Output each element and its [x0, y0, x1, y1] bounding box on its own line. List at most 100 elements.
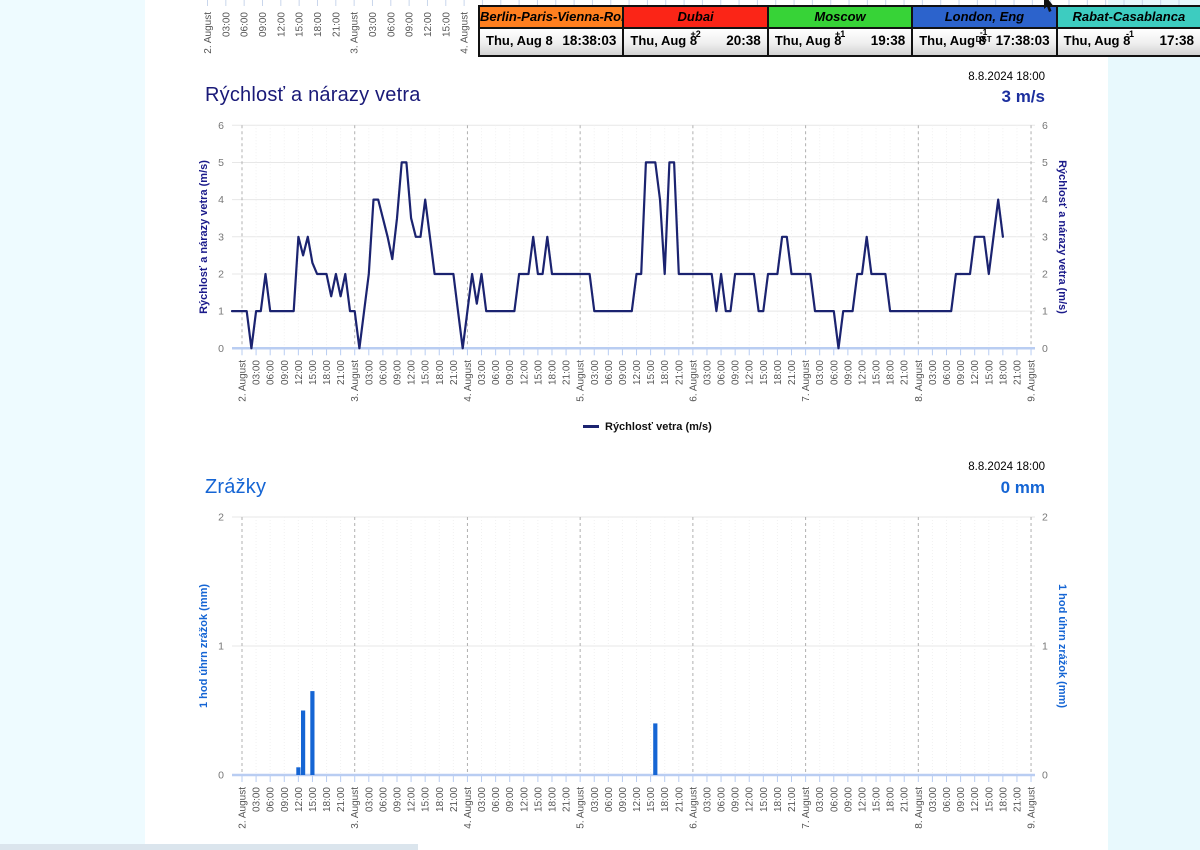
- clock-time-row: Thu, Aug 8-117:38: [1058, 29, 1200, 55]
- x-tick-label: 21:00: [449, 360, 460, 385]
- x-tick-label: 09:00: [280, 787, 291, 812]
- x-tick-label: 09:00: [956, 787, 967, 812]
- precip-timestamp: 8.8.2024 18:00: [835, 461, 1045, 473]
- x-tick-label: 15:00: [308, 787, 319, 812]
- top-axis-label: 18:00: [313, 12, 324, 37]
- x-tick-label: 09:00: [505, 360, 516, 385]
- top-axis-label: 3. August: [350, 12, 361, 54]
- top-axis-label: 09:00: [405, 12, 416, 37]
- x-tick-label: 12:00: [407, 360, 418, 385]
- x-tick-label: 15:00: [872, 360, 883, 385]
- y-tick-label-left: 4: [218, 194, 224, 206]
- x-tick-label: 15:00: [533, 787, 544, 812]
- legend-line-swatch: [583, 425, 599, 428]
- x-tick-label: 06:00: [491, 360, 502, 385]
- x-tick-label: 06:00: [829, 787, 840, 812]
- y-tick-label-left: 1: [218, 306, 224, 318]
- top-axis-label: 15:00: [295, 12, 306, 37]
- x-tick-label: 06:00: [491, 787, 502, 812]
- x-tick-label: 06:00: [717, 787, 728, 812]
- x-tick-label: 21:00: [787, 787, 798, 812]
- x-tick-label: 03:00: [590, 360, 601, 385]
- precip-chart: 0011222. August03:0006:0009:0012:0015:00…: [190, 505, 1080, 850]
- x-tick-label: 06:00: [604, 787, 615, 812]
- precip-bar: [301, 711, 305, 776]
- y-tick-label-right: 5: [1042, 157, 1048, 169]
- x-tick-label: 03:00: [702, 360, 713, 385]
- y-tick-label-right: 6: [1042, 120, 1048, 132]
- x-tick-label: 15:00: [646, 360, 657, 385]
- x-tick-label: 8. August: [914, 360, 925, 402]
- x-tick-label: 15:00: [533, 360, 544, 385]
- x-tick-label: 06:00: [378, 360, 389, 385]
- x-tick-label: 12:00: [519, 360, 530, 385]
- x-tick-label: 4. August: [463, 360, 474, 402]
- right-background-strip: [1108, 0, 1200, 850]
- x-tick-label: 18:00: [773, 787, 784, 812]
- x-tick-label: 5. August: [576, 787, 587, 829]
- precip-bar: [653, 723, 657, 775]
- x-tick-label: 12:00: [407, 787, 418, 812]
- x-tick-label: 03:00: [364, 360, 375, 385]
- x-tick-label: 12:00: [294, 787, 305, 812]
- clock-panel-3[interactable]: MoscowThu, Aug 8+119:38: [767, 7, 911, 55]
- y-tick-label-left: 0: [218, 770, 224, 782]
- x-tick-label: 12:00: [294, 360, 305, 385]
- top-axis-label: 2. August: [203, 12, 214, 54]
- x-tick-label: 21:00: [1012, 787, 1023, 812]
- x-tick-label: 6. August: [688, 787, 699, 829]
- precip-current-value: 0 mm: [835, 478, 1045, 498]
- x-tick-label: 18:00: [547, 360, 558, 385]
- x-tick-label: 21:00: [1012, 360, 1023, 385]
- clock-date: Thu, Aug 8: [486, 33, 553, 48]
- clock-panel-2[interactable]: DubaiThu, Aug 8+220:38: [622, 7, 766, 55]
- clock-city-label: Berlin-Paris-Vienna-Roma: [480, 7, 622, 29]
- x-tick-label: 12:00: [632, 360, 643, 385]
- x-tick-label: 06:00: [378, 787, 389, 812]
- top-axis-label: 06:00: [386, 12, 397, 37]
- x-tick-label: 21:00: [674, 787, 685, 812]
- clock-panel-5[interactable]: Rabat-CasablancaThu, Aug 8-117:38: [1056, 7, 1200, 55]
- clock-panel-4[interactable]: London, EngThu, Aug 8-1DST17:38:03: [911, 7, 1055, 55]
- clock-time: 20:38: [726, 33, 761, 48]
- x-tick-label: 12:00: [745, 787, 756, 812]
- world-clock-table: Berlin-Paris-Vienna-RomaThu, Aug 818:38:…: [478, 5, 1200, 57]
- y-tick-label-right: 3: [1042, 231, 1048, 243]
- x-tick-label: 03:00: [477, 360, 488, 385]
- y-tick-label-right: 4: [1042, 194, 1048, 206]
- left-background-strip: [0, 0, 145, 850]
- x-tick-label: 03:00: [364, 787, 375, 812]
- clock-city-label: Dubai: [624, 7, 766, 29]
- clock-dst-label: DST: [976, 36, 992, 43]
- clock-panel-1[interactable]: Berlin-Paris-Vienna-RomaThu, Aug 818:38:…: [480, 7, 622, 55]
- legend-label: Rýchlosť vetra (m/s): [605, 421, 712, 433]
- top-axis-label: 03:00: [221, 12, 232, 37]
- precip-bar: [310, 691, 314, 775]
- x-tick-label: 09:00: [280, 360, 291, 385]
- x-tick-label: 2. August: [238, 360, 249, 402]
- x-tick-label: 09:00: [956, 360, 967, 385]
- wind-chart-title: Rýchlosť a nárazy vetra: [205, 84, 421, 107]
- top-axis-label: 21:00: [331, 12, 342, 37]
- top-axis-label: 06:00: [240, 12, 251, 37]
- clock-dst-offset: -1DST: [976, 29, 992, 43]
- x-tick-label: 09:00: [505, 787, 516, 812]
- wind-series-line: [232, 162, 1003, 348]
- clock-date: Thu, Aug 8: [1064, 33, 1131, 48]
- x-tick-label: 21:00: [900, 360, 911, 385]
- clock-time: 17:38:03: [996, 33, 1050, 48]
- y-tick-label-right: 2: [1042, 268, 1048, 280]
- x-tick-label: 3. August: [350, 360, 361, 402]
- x-tick-label: 06:00: [942, 360, 953, 385]
- x-tick-label: 15:00: [646, 787, 657, 812]
- clock-city-label: Moscow: [769, 7, 911, 29]
- x-tick-label: 09:00: [731, 360, 742, 385]
- y-tick-label-left: 0: [218, 343, 224, 355]
- top-axis-label: 03:00: [368, 12, 379, 37]
- x-tick-label: 3. August: [350, 787, 361, 829]
- x-tick-label: 18:00: [435, 787, 446, 812]
- x-tick-label: 12:00: [857, 360, 868, 385]
- top-axis-label: 4. August: [460, 12, 471, 54]
- x-tick-label: 21:00: [562, 360, 573, 385]
- top-axis-label: 12:00: [423, 12, 434, 37]
